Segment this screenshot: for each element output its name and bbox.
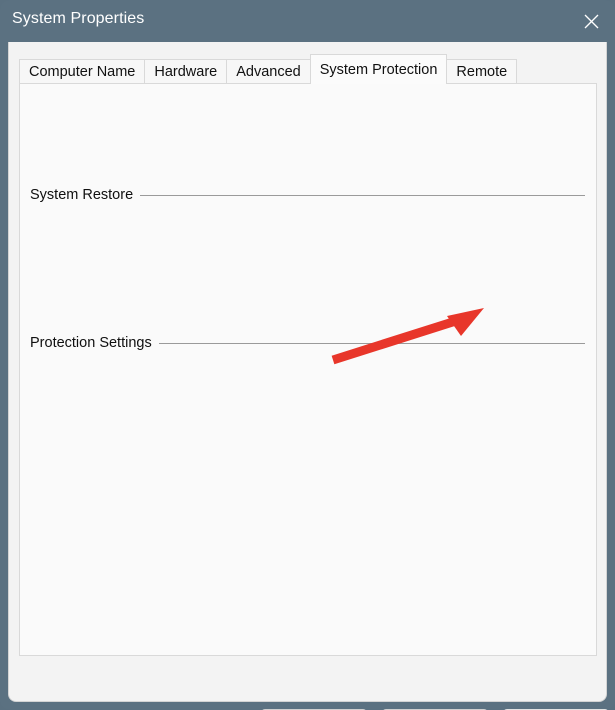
close-icon[interactable] xyxy=(567,0,615,42)
system-properties-window: System Properties Computer Name Hardware… xyxy=(0,0,615,710)
tab-page-system-protection xyxy=(19,83,597,656)
tab-strip: Computer Name Hardware Advanced System P… xyxy=(19,54,516,84)
tab-remote[interactable]: Remote xyxy=(446,59,517,84)
group-title-system-restore: System Restore xyxy=(30,187,140,203)
window-title: System Properties xyxy=(12,10,144,28)
tab-advanced[interactable]: Advanced xyxy=(226,59,311,84)
tab-system-protection[interactable]: System Protection xyxy=(310,54,448,84)
dialog-body: Computer Name Hardware Advanced System P… xyxy=(8,42,607,702)
group-title-protection-settings: Protection Settings xyxy=(30,335,159,351)
tab-hardware[interactable]: Hardware xyxy=(144,59,227,84)
tab-computer-name[interactable]: Computer Name xyxy=(19,59,145,84)
title-bar: System Properties xyxy=(0,0,615,42)
